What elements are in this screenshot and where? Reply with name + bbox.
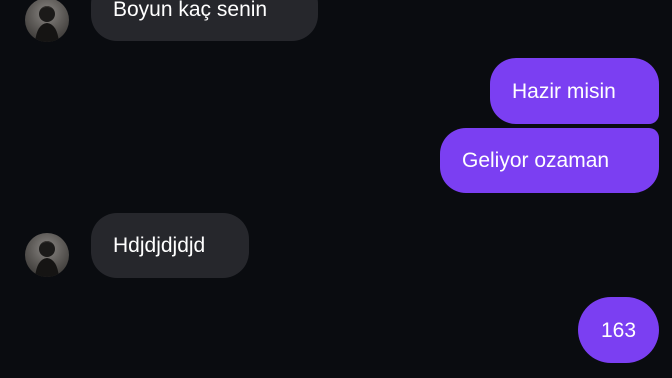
message-text: Hdjdjdjdjd bbox=[113, 234, 206, 257]
message-bubble-outgoing[interactable]: Geliyor ozaman bbox=[440, 128, 659, 193]
message-text: Boyun kaç senin bbox=[113, 0, 268, 21]
message-text: Hazir misin bbox=[512, 79, 616, 103]
message-bubble-incoming[interactable]: Hdjdjdjdjd bbox=[91, 213, 249, 278]
message-bubble-outgoing[interactable]: 163 bbox=[578, 297, 659, 363]
message-text: Geliyor ozaman bbox=[462, 149, 610, 172]
message-text: 163 bbox=[600, 318, 637, 342]
sender-avatar[interactable] bbox=[25, 0, 69, 42]
message-bubble-outgoing[interactable]: Hazir misin bbox=[490, 58, 659, 124]
sender-avatar[interactable] bbox=[25, 233, 69, 277]
message-bubble-incoming[interactable]: Boyun kaç senin bbox=[91, 0, 318, 41]
avatar-photo-icon bbox=[35, 241, 59, 277]
avatar-photo-icon bbox=[35, 6, 59, 42]
chat-screen: Boyun kaç senin Hazir misin Geliyor ozam… bbox=[0, 0, 672, 378]
